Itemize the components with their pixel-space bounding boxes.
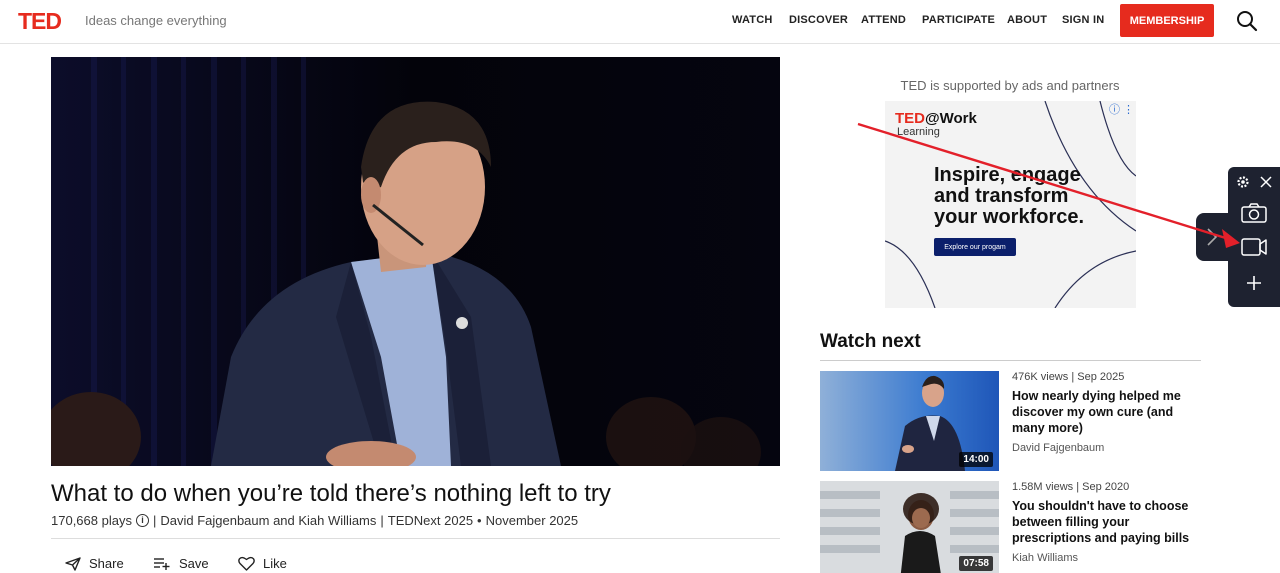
advertisement[interactable]: TED@Work Learning ⓘ ⋮ Inspire, engage an… [885, 101, 1136, 308]
card-speaker: David Fajgenbaum [1012, 442, 1105, 454]
speaker-names[interactable]: David Fajgenbaum and Kiah Williams [160, 513, 376, 528]
duration-badge: 14:00 [959, 452, 993, 467]
camera-icon[interactable] [1241, 203, 1267, 223]
search-icon[interactable] [1236, 10, 1258, 32]
save-button[interactable]: Save [153, 556, 209, 571]
meta-separator: | [380, 513, 384, 528]
chevron-right-icon [1207, 228, 1218, 246]
video-thumbnail[interactable]: 07:58 [820, 481, 999, 573]
play-count: 170,668 plays [51, 513, 132, 528]
gear-icon[interactable] [1236, 175, 1250, 189]
nav-participate[interactable]: PARTICIPATE [922, 14, 995, 26]
screenshot-tool-panel [1228, 167, 1280, 307]
like-button[interactable]: Like [238, 556, 287, 571]
video-record-icon[interactable] [1241, 237, 1267, 257]
card-speaker: Kiah Williams [1012, 552, 1079, 564]
card-title[interactable]: You shouldn't have to choose between fil… [1012, 498, 1197, 546]
share-icon [65, 556, 81, 571]
playlist-add-icon [154, 557, 170, 570]
ad-info-icon[interactable]: ⓘ ⋮ [1109, 101, 1134, 117]
info-icon[interactable]: i [135, 514, 149, 527]
meta-bullet: • [477, 513, 482, 528]
watch-next-divider [820, 360, 1201, 361]
nav-about[interactable]: ABOUT [1007, 14, 1047, 26]
tagline: Ideas change everything [85, 13, 227, 28]
top-navigation-bar: TED Ideas change everything WATCH DISCOV… [0, 0, 1280, 44]
duration-badge: 07:58 [959, 556, 993, 571]
talk-date: November 2025 [485, 513, 579, 528]
ted-logo[interactable]: TED [18, 8, 62, 35]
close-icon[interactable] [1260, 176, 1272, 188]
talk-meta: 170,668 plays i | David Fajgenbaum and K… [51, 513, 578, 528]
nav-discover[interactable]: DISCOVER [789, 14, 848, 26]
meta-divider [51, 538, 780, 539]
like-label: Like [263, 556, 287, 571]
save-label: Save [179, 556, 209, 571]
ad-cta-button[interactable]: Explore our progam [934, 238, 1016, 256]
ad-brand-sub: Learning [897, 126, 940, 138]
event-name[interactable]: TEDNext 2025 [388, 513, 473, 528]
nav-attend[interactable]: ATTEND [861, 14, 906, 26]
heart-icon [238, 556, 255, 571]
share-button[interactable]: Share [65, 556, 124, 571]
plus-icon[interactable] [1246, 275, 1262, 291]
membership-button[interactable]: MEMBERSHIP [1120, 4, 1214, 37]
video-player[interactable] [51, 57, 780, 466]
ad-brand: TED@Work [895, 110, 977, 127]
ad-headline: Inspire, engage and transform your workf… [934, 164, 1085, 228]
watch-next-heading: Watch next [820, 331, 921, 352]
tool-panel-toggle[interactable] [1196, 213, 1232, 261]
talk-title: What to do when you’re told there’s noth… [51, 480, 611, 507]
nav-sign-in[interactable]: SIGN IN [1062, 14, 1104, 26]
video-thumbnail[interactable]: 14:00 [820, 371, 999, 471]
card-title[interactable]: How nearly dying helped me discover my o… [1012, 388, 1197, 436]
share-label: Share [89, 556, 124, 571]
ad-notice: TED is supported by ads and partners [900, 78, 1120, 93]
card-views-date: 476K views | Sep 2025 [1012, 371, 1125, 383]
nav-watch[interactable]: WATCH [732, 14, 773, 26]
meta-separator: | [152, 513, 157, 528]
card-views-date: 1.58M views | Sep 2020 [1012, 481, 1130, 493]
video-frame-speaker [51, 57, 780, 466]
